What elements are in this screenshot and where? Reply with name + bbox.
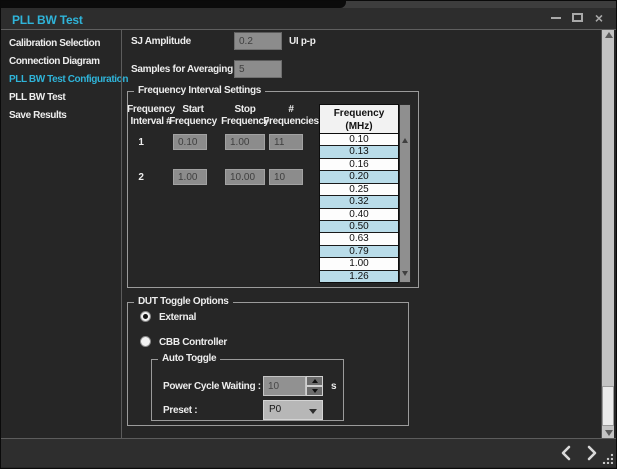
freq-table-row[interactable]: 0.50 <box>320 221 398 233</box>
interval-2-stop-input[interactable] <box>225 169 265 185</box>
previous-page-button[interactable] <box>558 444 576 462</box>
chevron-right-icon <box>582 444 600 462</box>
cbb-controller-radio[interactable] <box>140 336 151 347</box>
chevron-left-icon <box>558 444 576 462</box>
sidebar-item-connection-diagram[interactable]: Connection Diagram <box>9 56 100 68</box>
minimize-icon <box>551 17 561 19</box>
external-radio[interactable] <box>140 311 151 322</box>
freq-table-row[interactable]: 0.63 <box>320 233 398 245</box>
titlebar <box>1 8 616 29</box>
dut-toggle-options-title: DUT Toggle Options <box>134 296 233 307</box>
power-cycle-waiting-spinner <box>306 376 323 396</box>
samples-for-averaging-label: Samples for Averaging <box>131 64 233 75</box>
sj-amplitude-unit: UI p-p <box>289 36 316 47</box>
samples-for-averaging-input[interactable] <box>234 60 282 78</box>
frequency-interval-settings-title: Frequency Interval Settings <box>134 85 265 96</box>
scrollbar-thumb[interactable] <box>602 386 614 426</box>
interval-1-count-input[interactable] <box>269 134 303 150</box>
preset-dropdown-value: P0 <box>269 404 281 415</box>
spinner-up-button[interactable] <box>306 376 323 386</box>
spinner-down-icon <box>312 389 318 393</box>
freq-table-row[interactable]: 0.25 <box>320 184 398 196</box>
preset-dropdown[interactable]: P0 <box>263 400 323 420</box>
app-window: PLL BW Test × Calibration Selection Conn… <box>0 0 617 469</box>
titlebar-black-tab <box>1 1 346 8</box>
interval-1-start-input[interactable] <box>173 134 207 150</box>
freq-table-row[interactable]: 0.16 <box>320 159 398 171</box>
freq-table-scrollbar[interactable] <box>399 104 411 283</box>
freq-table-scroll-up-icon[interactable] <box>402 138 408 143</box>
col-header-start-frequency: Start Frequency <box>167 104 219 128</box>
sidebar-item-calibration-selection[interactable]: Calibration Selection <box>9 38 100 50</box>
sidebar-item-pll-bw-test-configuration[interactable]: PLL BW Test Configuration <box>9 74 128 86</box>
freq-table-scroll-down-icon[interactable] <box>402 271 408 276</box>
interval-1-number: 1 <box>133 137 149 148</box>
spinner-down-button[interactable] <box>306 386 323 396</box>
window-title: PLL BW Test <box>12 13 83 27</box>
sidebar-item-pll-bw-test[interactable]: PLL BW Test <box>9 92 65 104</box>
cbb-controller-radio-label[interactable]: CBB Controller <box>159 337 227 348</box>
radio-dot-icon <box>143 314 148 319</box>
power-cycle-waiting-label: Power Cycle Waiting : <box>163 381 261 392</box>
interval-2-start-input[interactable] <box>173 169 207 185</box>
freq-table-row[interactable]: 0.10 <box>320 134 398 146</box>
minimize-button[interactable] <box>547 10 565 25</box>
main-scrollbar[interactable] <box>601 30 614 438</box>
auto-toggle-title: Auto Toggle <box>158 353 220 364</box>
power-cycle-waiting-input[interactable] <box>263 376 306 396</box>
freq-table-row[interactable]: 0.32 <box>320 196 398 208</box>
sidebar-divider <box>121 30 122 438</box>
titlebar-separator <box>1 29 616 30</box>
col-header-num-frequencies: # Frequencies <box>263 104 319 128</box>
power-cycle-waiting-unit: s <box>331 381 336 392</box>
external-radio-label[interactable]: External <box>159 312 196 323</box>
next-page-button[interactable] <box>582 444 600 462</box>
chevron-down-icon <box>309 409 317 414</box>
sj-amplitude-label: SJ Amplitude <box>131 36 191 47</box>
sj-amplitude-input[interactable] <box>234 32 282 50</box>
footer-bar <box>1 439 616 467</box>
sidebar-item-save-results[interactable]: Save Results <box>9 110 66 122</box>
maximize-icon <box>572 13 583 22</box>
freq-table-row[interactable]: 0.20 <box>320 171 398 183</box>
close-button[interactable]: × <box>590 10 608 25</box>
freq-table-row[interactable]: 1.26 <box>320 271 398 282</box>
freq-table-row[interactable]: 1.00 <box>320 258 398 270</box>
freq-table-header: Frequency (MHz) <box>319 104 399 134</box>
interval-1-stop-input[interactable] <box>225 134 265 150</box>
maximize-button[interactable] <box>568 10 586 25</box>
spinner-up-icon <box>312 379 318 383</box>
interval-2-count-input[interactable] <box>269 169 303 185</box>
preset-label: Preset : <box>163 405 197 416</box>
freq-table-row[interactable]: 0.79 <box>320 246 398 258</box>
close-icon: × <box>595 11 603 25</box>
scroll-down-icon[interactable] <box>605 430 613 436</box>
freq-table-row[interactable]: 0.40 <box>320 209 398 221</box>
freq-table: 0.10 0.13 0.16 0.20 0.25 0.32 0.40 0.50 … <box>319 134 399 283</box>
freq-table-row[interactable]: 0.13 <box>320 146 398 158</box>
interval-2-number: 2 <box>133 172 149 183</box>
scroll-up-icon[interactable] <box>605 32 613 38</box>
